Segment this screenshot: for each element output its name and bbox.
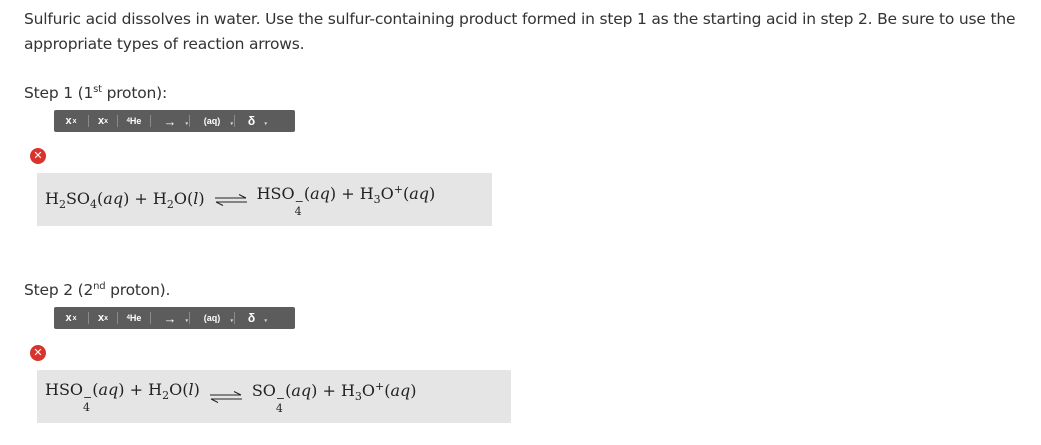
equation-text: SO −4 (aq) + H3O+(aq) [251,379,417,415]
equation-text: HSO −4 (aq) + H3O+(aq) [256,182,436,218]
superscript-button[interactable]: xx [54,110,88,132]
step2-answer-field[interactable]: HSO −4 (aq) + H2O(l) SO −4 (aq) + H3O+(aq) [37,370,511,423]
chevron-down-icon: ▾ [230,121,233,127]
step2-toolbar: xx xx 4 He → ▾ (aq) ▾ δ ▾ [54,307,295,329]
chevron-down-icon: ▾ [185,318,188,324]
element-symbol-button[interactable]: 4 He [118,110,150,132]
step1-toolbar: xx xx 4 He → ▾ (aq) ▾ δ ▾ [54,110,295,132]
delta-dropdown[interactable]: δ ▾ [235,307,268,329]
right-arrow-icon: → [163,310,177,326]
reaction-arrow-dropdown[interactable]: → ▾ [151,307,189,329]
step1-label: Step 1 (1st proton): [24,84,167,102]
equilibrium-arrow-icon [209,390,242,403]
state-dropdown[interactable]: (aq) ▾ [190,307,234,329]
step2-label: Step 2 (2nd proton). [24,281,171,299]
step1-answer-field[interactable]: H2SO4(aq) + H2O(l) HSO −4 (aq) + H3O+(aq) [37,173,492,226]
chevron-down-icon: ▾ [264,318,267,324]
incorrect-icon: ✕ [30,148,46,164]
equation-text: HSO −4 (aq) + H2O(l) [45,380,200,414]
subscript-button[interactable]: xx [89,110,117,132]
incorrect-icon: ✕ [30,345,46,361]
superscript-button[interactable]: xx [54,307,88,329]
chevron-down-icon: ▾ [264,121,267,127]
reaction-arrow-dropdown[interactable]: → ▾ [151,110,189,132]
state-dropdown[interactable]: (aq) ▾ [190,110,234,132]
right-arrow-icon: → [163,113,177,129]
element-symbol-button[interactable]: 4 He [118,307,150,329]
chevron-down-icon: ▾ [230,318,233,324]
subscript-button[interactable]: xx [89,307,117,329]
equilibrium-arrow-icon [214,193,247,206]
equation-text: H2SO4(aq) + H2O(l) [45,188,205,211]
chevron-down-icon: ▾ [185,121,188,127]
question-text: Sulfuric acid dissolves in water. Use th… [24,10,1016,53]
delta-dropdown[interactable]: δ ▾ [235,110,268,132]
